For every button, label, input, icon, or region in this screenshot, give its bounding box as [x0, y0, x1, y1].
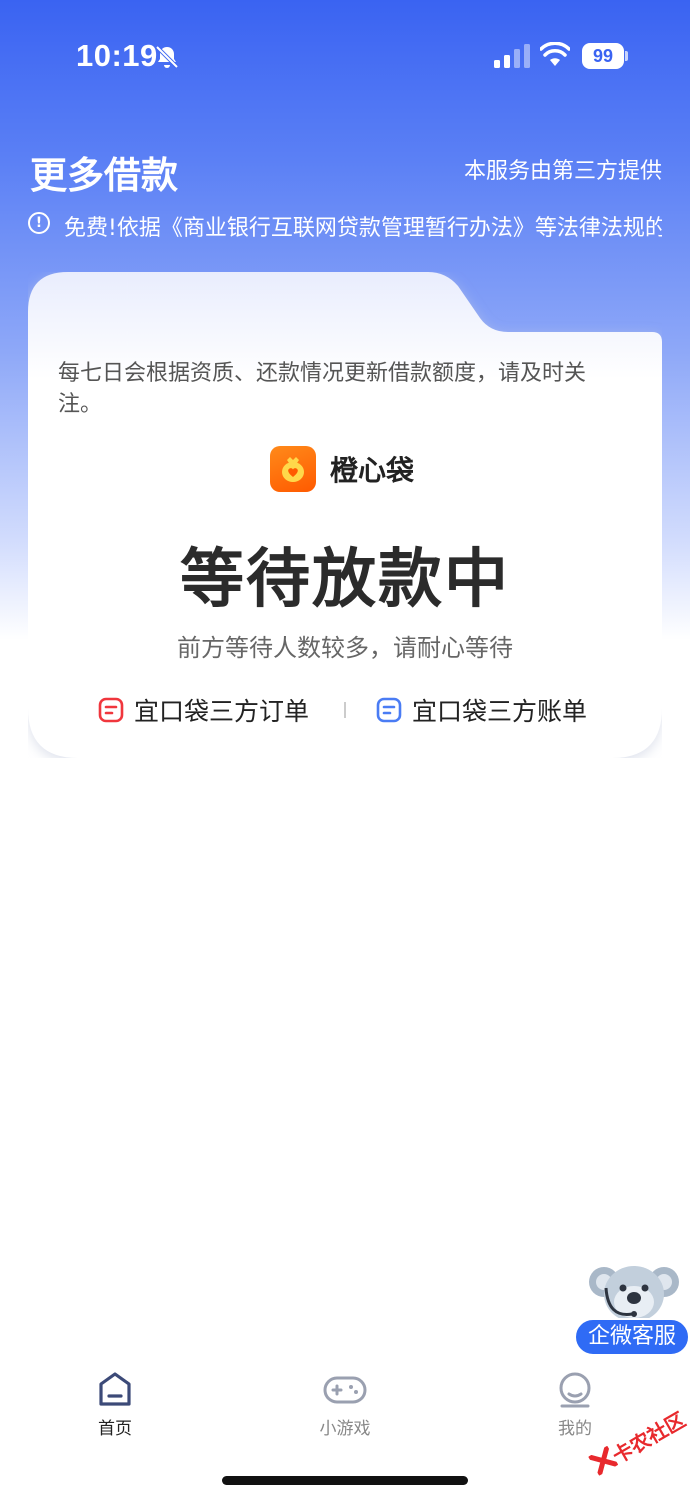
bell-off-icon — [155, 45, 179, 69]
tab-home-label: 首页 — [98, 1419, 132, 1439]
home-icon — [99, 1372, 131, 1406]
order-document-icon — [98, 697, 124, 723]
notice-marquee[interactable]: ! 免费!依据《商业银行互联网贷款管理暂行办法》等法律法规的规定 — [28, 208, 662, 242]
brand-row: 橙心袋 — [270, 446, 414, 492]
card-description: 每七日会根据资质、还款情况更新借款额度，请及时关注。 — [58, 361, 587, 417]
cellular-signal-icon — [494, 44, 530, 68]
status-time: 10:19 — [76, 38, 158, 73]
status-bar: 10:19 99 — [0, 0, 690, 110]
brand-name: 橙心袋 — [330, 454, 415, 487]
link-divider — [344, 702, 346, 718]
info-icon: ! — [28, 212, 50, 234]
tab-mini-games-label: 小游戏 — [319, 1419, 371, 1439]
page-title: 更多借款 — [30, 154, 178, 197]
tab-mini-games[interactable]: 小游戏 — [285, 1370, 405, 1450]
card-background — [28, 272, 662, 758]
notice-text: 免费!依据《商业银行互联网贷款管理暂行办法》等法律法规的规定 — [64, 216, 662, 241]
customer-service-label: 企微客服 — [574, 1318, 690, 1356]
bill-document-icon — [376, 697, 402, 723]
customer-service-button[interactable]: 企微客服 — [574, 1258, 690, 1358]
loan-status-subtitle: 前方等待人数较多，请耐心等待 — [177, 634, 513, 662]
home-indicator[interactable] — [222, 1476, 468, 1485]
battery-tip — [625, 51, 628, 61]
brand-logo-icon — [270, 446, 316, 492]
card-links: 宜口袋三方订单 宜口袋三方账单 — [28, 690, 662, 730]
third-party-bills-link[interactable]: 宜口袋三方账单 — [376, 690, 587, 730]
gamepad-icon — [323, 1376, 367, 1404]
battery-indicator: 99 — [582, 43, 628, 69]
third-party-orders-label: 宜口袋三方订单 — [134, 697, 310, 726]
tab-home[interactable]: 首页 — [55, 1370, 175, 1450]
third-party-orders-link[interactable]: 宜口袋三方订单 — [98, 690, 309, 730]
profile-face-icon — [559, 1372, 591, 1408]
provider-note: 本服务由第三方提供 — [463, 159, 662, 184]
battery-level: 99 — [582, 43, 624, 69]
watermark-text: 卡农社区 — [608, 1407, 690, 1469]
loan-status-title: 等待放款中 — [180, 543, 510, 617]
third-party-bills-label: 宜口袋三方账单 — [412, 697, 588, 726]
wifi-icon — [540, 42, 570, 66]
loan-status-card: 每七日会根据资质、还款情况更新借款额度，请及时关注。 橙心袋 等待放款中 前方等… — [28, 272, 662, 758]
koala-mascot-icon — [589, 1266, 679, 1322]
